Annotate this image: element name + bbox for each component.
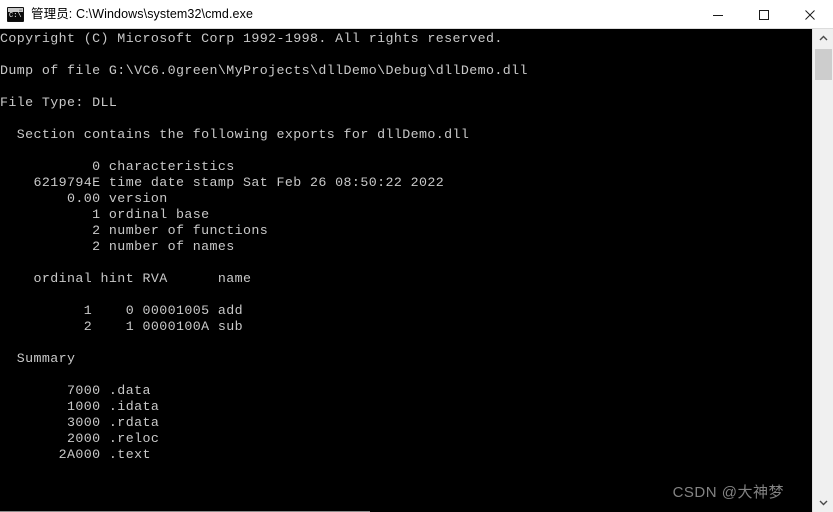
cmd-icon-dots: ••• bbox=[18, 7, 22, 12]
cmd-icon: ••• C:\ bbox=[7, 6, 24, 22]
window-controls bbox=[695, 0, 833, 29]
scroll-up-button[interactable] bbox=[813, 29, 833, 48]
cmd-window: ••• C:\ 管理员: C:\Windows\system32\cmd.exe bbox=[0, 0, 833, 512]
minimize-icon bbox=[713, 14, 723, 16]
console-line: Copyright (C) Microsoft Corp 1992-1998. … bbox=[0, 31, 503, 46]
console-output-area[interactable]: Copyright (C) Microsoft Corp 1992-1998. … bbox=[0, 29, 812, 512]
vertical-scrollbar[interactable] bbox=[812, 29, 833, 512]
console-line: 0 characteristics bbox=[0, 159, 235, 174]
console-line: 1 ordinal base bbox=[0, 207, 210, 222]
console-lines: Copyright (C) Microsoft Corp 1992-1998. … bbox=[0, 31, 812, 463]
console-line: 1000 .idata bbox=[0, 399, 160, 414]
window-titlebar[interactable]: ••• C:\ 管理员: C:\Windows\system32\cmd.exe bbox=[0, 0, 833, 29]
console-line: 7000 .data bbox=[0, 383, 151, 398]
minimize-button[interactable] bbox=[695, 0, 741, 29]
window-title: 管理员: C:\Windows\system32\cmd.exe bbox=[31, 6, 254, 21]
maximize-icon bbox=[759, 9, 769, 20]
console-line: 6219794E time date stamp Sat Feb 26 08:5… bbox=[0, 175, 445, 190]
console-line: Dump of file G:\VC6.0green\MyProjects\dl… bbox=[0, 63, 528, 78]
scrollbar-thumb[interactable] bbox=[815, 49, 832, 80]
console-line: 3000 .rdata bbox=[0, 415, 160, 430]
cmd-icon-label: C:\ bbox=[9, 11, 22, 20]
maximize-button[interactable] bbox=[741, 0, 787, 29]
console-line: 2 1 0000100A sub bbox=[0, 319, 244, 334]
close-icon bbox=[805, 9, 815, 20]
console-line: Summary bbox=[0, 351, 76, 366]
scrollbar-track[interactable] bbox=[813, 48, 833, 493]
console-line: 2A000 .text bbox=[0, 447, 151, 462]
scroll-down-button[interactable] bbox=[813, 493, 833, 512]
console-line: 2000 .reloc bbox=[0, 431, 160, 446]
console-line: File Type: DLL bbox=[0, 95, 118, 110]
csdn-watermark: CSDN @大神梦 bbox=[672, 484, 784, 501]
chevron-up-icon bbox=[819, 35, 827, 41]
console-line: 1 0 00001005 add bbox=[0, 303, 244, 318]
console-line: Section contains the following exports f… bbox=[0, 127, 470, 142]
console-line: ordinal hint RVA name bbox=[0, 271, 252, 286]
console-line: 0.00 version bbox=[0, 191, 168, 206]
console-line: 2 number of functions bbox=[0, 223, 269, 238]
console-line: 2 number of names bbox=[0, 239, 235, 254]
chevron-down-icon bbox=[819, 500, 827, 506]
close-button[interactable] bbox=[787, 0, 833, 29]
